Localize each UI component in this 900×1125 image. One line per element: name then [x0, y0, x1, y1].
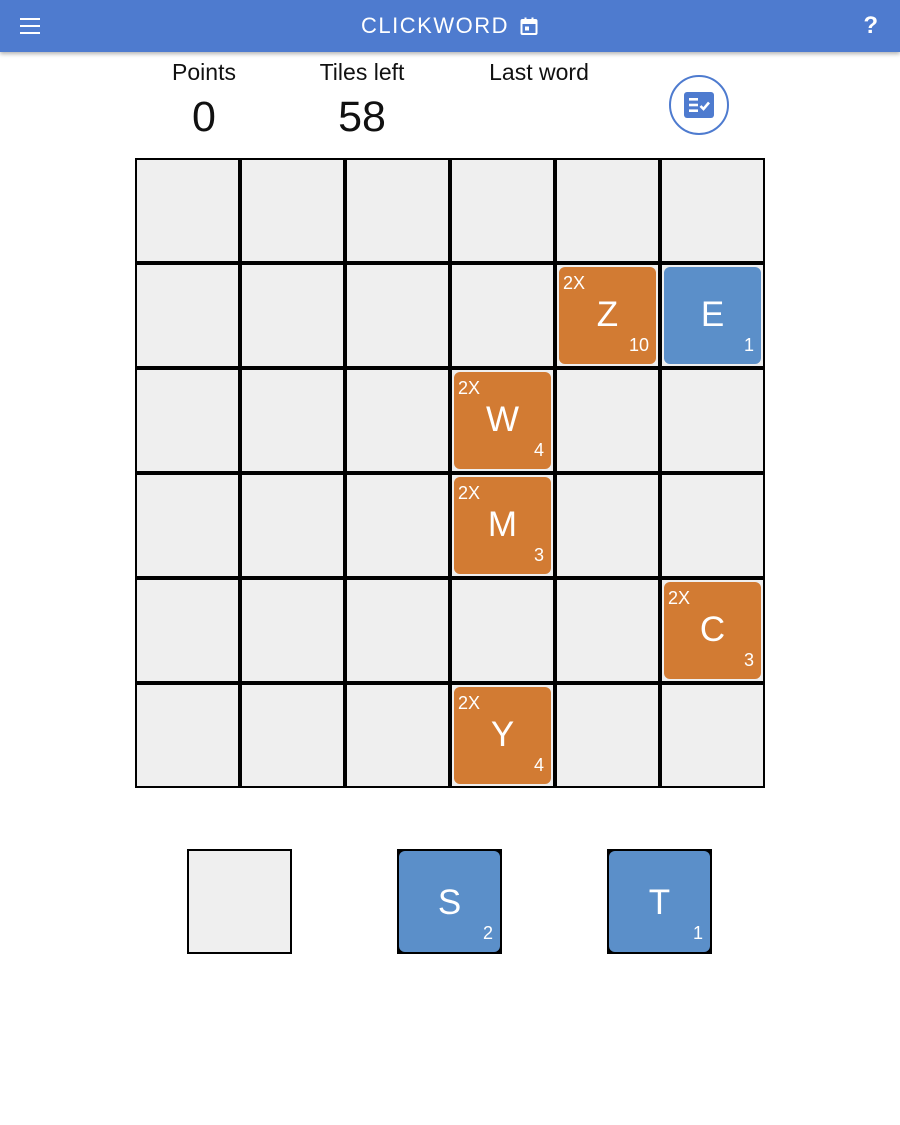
empty-rack-slot[interactable]: [189, 851, 290, 952]
board-cell[interactable]: [347, 370, 448, 471]
board-cell[interactable]: [662, 685, 763, 786]
board-cell[interactable]: [452, 160, 553, 261]
checklist-icon: [684, 92, 714, 118]
app-title: CLICKWORD: [361, 13, 509, 38]
board-cell[interactable]: 2X Y 4: [452, 685, 553, 786]
tile-score: 1: [692, 923, 703, 943]
letter-tile[interactable]: S2: [399, 851, 500, 952]
last-word-label: Last word: [489, 59, 589, 85]
points-label: Points: [172, 59, 236, 85]
board-cell[interactable]: [452, 580, 553, 681]
board-cell[interactable]: 2X Z 10: [557, 265, 658, 366]
board-cell[interactable]: [557, 475, 658, 576]
rack-slot[interactable]: S2: [397, 849, 502, 954]
letter-tile[interactable]: 2X C 3: [664, 582, 761, 679]
board-cell[interactable]: 2X C 3: [662, 580, 763, 681]
board-cell[interactable]: [137, 370, 238, 471]
board-cell[interactable]: [242, 475, 343, 576]
board-cell[interactable]: [452, 265, 553, 366]
letter-tile[interactable]: T1: [609, 851, 710, 952]
letter-tile[interactable]: 2X M 3: [454, 477, 551, 574]
points-value: 0: [192, 93, 216, 141]
tile-letter: T: [648, 883, 671, 922]
tile-letter: M: [487, 505, 518, 544]
letter-tile[interactable]: E1: [664, 267, 761, 364]
board-cell[interactable]: [242, 370, 343, 471]
tile-score: 4: [533, 440, 544, 460]
board-cell[interactable]: [347, 685, 448, 786]
tiles-left-value: 58: [338, 93, 386, 141]
tile-multiplier: 2X: [458, 693, 481, 713]
letter-tile[interactable]: 2X Z 10: [559, 267, 656, 364]
game-board: 2X Z 10 E 1 2X W 4 2X M 3 2X C 3 2X Y 4: [135, 158, 765, 788]
board-cell[interactable]: [557, 370, 658, 471]
board-cell[interactable]: [662, 160, 763, 261]
board-cell[interactable]: [557, 160, 658, 261]
title-group: CLICKWORD: [0, 0, 900, 52]
rack-slot[interactable]: [187, 849, 292, 954]
letter-tile[interactable]: 2X Y 4: [454, 687, 551, 784]
board-cell[interactable]: [137, 685, 238, 786]
tile-letter: S: [437, 883, 462, 922]
board-cell[interactable]: [137, 580, 238, 681]
tile-score: 10: [628, 335, 649, 355]
tile-score: 2: [482, 923, 493, 943]
board-cell[interactable]: 2X W 4: [452, 370, 553, 471]
app-bar: CLICKWORD ?: [0, 0, 900, 52]
tile-score: 4: [533, 755, 544, 775]
letter-tile[interactable]: 2X W 4: [454, 372, 551, 469]
board-cell[interactable]: [137, 160, 238, 261]
tile-letter: W: [485, 400, 520, 439]
tile-multiplier: 2X: [458, 378, 481, 398]
tile-score: 3: [743, 650, 754, 670]
board-cell[interactable]: E1: [662, 265, 763, 366]
tile-multiplier: 2X: [563, 273, 586, 293]
tile-multiplier: 2X: [458, 483, 481, 503]
tile-multiplier: 2X: [668, 588, 691, 608]
board-cell[interactable]: [662, 475, 763, 576]
tiles-left-stat: Tiles left 58: [292, 56, 432, 142]
board-cell[interactable]: [347, 160, 448, 261]
calendar-icon[interactable]: [519, 16, 539, 36]
last-word-stat: Last word: [469, 56, 609, 92]
board-cell[interactable]: [557, 580, 658, 681]
help-button[interactable]: ?: [863, 12, 878, 40]
board-cell[interactable]: [137, 265, 238, 366]
submit-word-button[interactable]: [669, 75, 729, 135]
tile-letter: E: [700, 295, 725, 334]
tile-score: 1: [743, 335, 754, 355]
board-cell[interactable]: [347, 475, 448, 576]
board-cell[interactable]: [242, 580, 343, 681]
tiles-left-label: Tiles left: [319, 59, 405, 85]
board-cell[interactable]: [242, 160, 343, 261]
tile-letter: Z: [596, 295, 619, 334]
board-cell[interactable]: [242, 265, 343, 366]
board-cell[interactable]: [347, 580, 448, 681]
board-cell[interactable]: [557, 685, 658, 786]
board-cell[interactable]: [242, 685, 343, 786]
board-cell[interactable]: [137, 475, 238, 576]
board-cell[interactable]: 2X M 3: [452, 475, 553, 576]
tile-letter: Y: [490, 715, 515, 754]
board-cell[interactable]: [347, 265, 448, 366]
rack-slot[interactable]: T1: [607, 849, 712, 954]
board-cell[interactable]: [662, 370, 763, 471]
tile-score: 3: [533, 545, 544, 565]
tile-letter: C: [699, 610, 726, 649]
points-stat: Points 0: [144, 56, 264, 142]
